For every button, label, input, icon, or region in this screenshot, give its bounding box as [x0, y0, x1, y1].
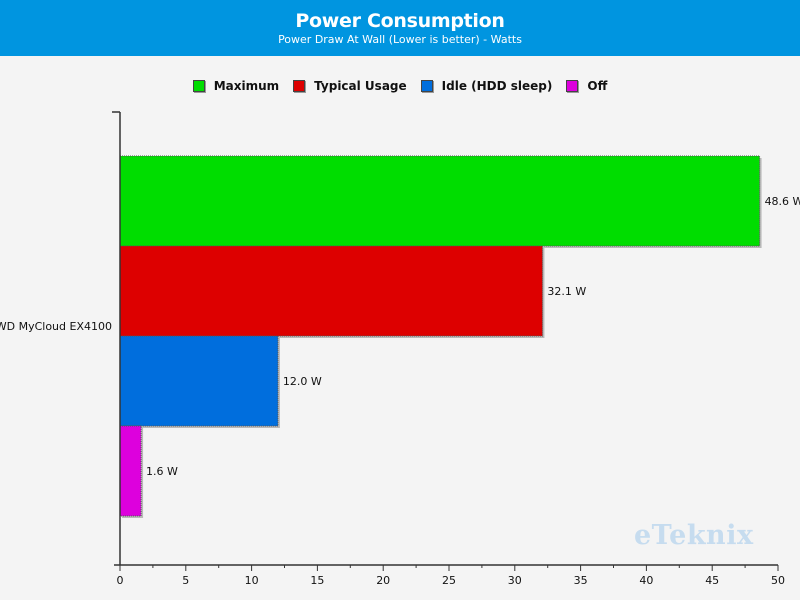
x-tick-label: 5: [182, 574, 189, 587]
x-tick-label: 15: [310, 574, 324, 587]
chart-plot: 48.6 W 32.1 W 12.0 W 1.6 W WD MyCloud EX4100…: [0, 111, 800, 587]
bar-value-label: 12.0 W: [283, 375, 322, 388]
bars-group: [119, 155, 762, 518]
bar-value-label: 1.6 W: [146, 465, 178, 478]
category-label: WD MyCloud EX4100: [0, 320, 112, 333]
bar-maximum: [119, 155, 761, 247]
bar-off: [119, 425, 142, 517]
bar-idle-hdd-sleep: [119, 335, 279, 427]
x-tick-label: 0: [117, 574, 124, 587]
x-tick-label: 40: [639, 574, 653, 587]
bar-typical-usage: [119, 245, 543, 337]
watermark-logo: eTeknix: [634, 520, 754, 551]
x-tick-label: 50: [771, 574, 785, 587]
bar-value-label: 32.1 W: [547, 285, 586, 298]
bar-value-label: 48.6 W: [765, 195, 800, 208]
x-tick-label: 20: [376, 574, 390, 587]
x-tick-label: 35: [574, 574, 588, 587]
x-tick-label: 25: [442, 574, 456, 587]
x-tick-label: 45: [705, 574, 719, 587]
x-tick-label: 30: [508, 574, 522, 587]
x-tick-label: 10: [245, 574, 259, 587]
